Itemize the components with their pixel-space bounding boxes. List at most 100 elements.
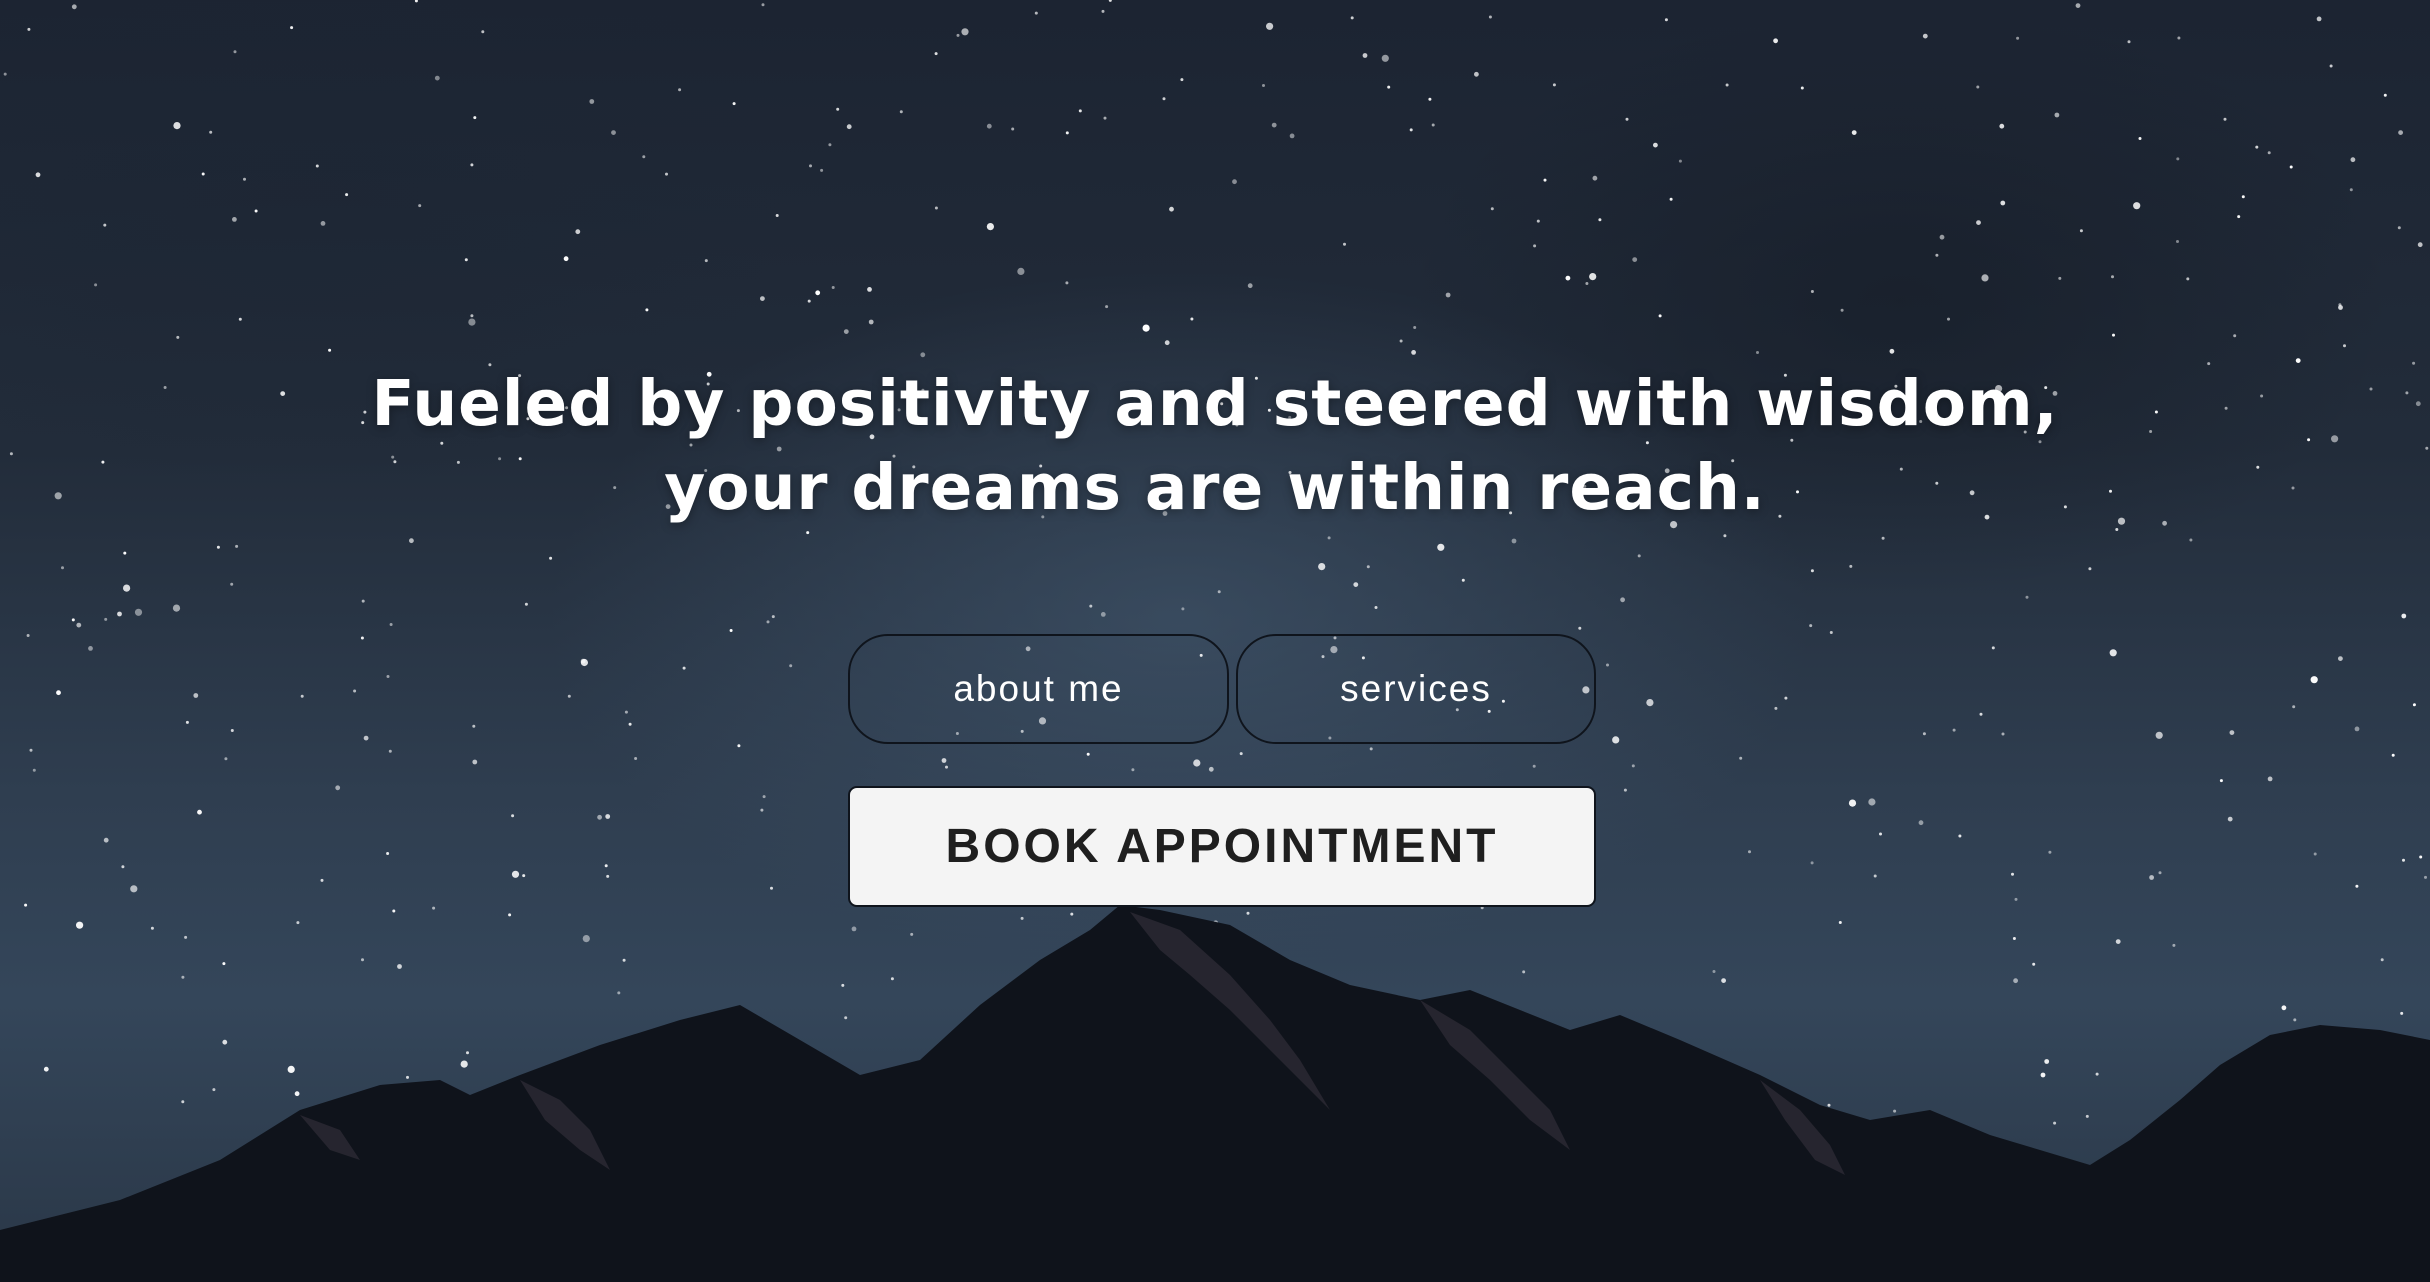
star-icon — [2417, 242, 2423, 248]
star-icon — [464, 258, 468, 262]
star-icon — [2095, 1072, 2099, 1076]
star-icon — [1369, 747, 1373, 751]
star-icon — [761, 3, 765, 7]
star-icon — [2227, 816, 2233, 822]
star-icon — [1623, 788, 1627, 792]
about-me-button[interactable]: about me — [848, 634, 1229, 744]
star-icon — [1625, 117, 1629, 121]
star-icon — [1445, 292, 1451, 298]
star-icon — [766, 620, 770, 624]
star-icon — [2115, 939, 2121, 944]
star-icon — [843, 329, 849, 334]
star-icon — [2338, 656, 2343, 661]
star-icon — [121, 865, 125, 869]
star-icon — [1413, 326, 1417, 329]
star-icon — [134, 608, 143, 616]
star-icon — [173, 122, 181, 130]
star-icon — [2349, 188, 2353, 192]
star-icon — [2289, 165, 2293, 169]
services-button[interactable]: services — [1236, 634, 1596, 744]
star-icon — [29, 748, 33, 752]
star-icon — [1409, 128, 1413, 132]
star-icon — [2255, 145, 2259, 149]
star-icon — [2313, 852, 2317, 856]
star-icon — [682, 666, 686, 670]
star-icon — [9, 452, 13, 456]
star-icon — [890, 977, 894, 981]
star-icon — [789, 664, 793, 668]
star-icon — [224, 757, 228, 761]
star-icon — [831, 286, 835, 289]
star-icon — [2109, 649, 2117, 657]
star-icon — [466, 1051, 469, 1055]
star-icon — [729, 629, 733, 632]
star-icon — [2000, 200, 2006, 206]
star-icon — [645, 308, 649, 312]
star-icon — [1065, 281, 1069, 285]
star-icon — [1217, 590, 1221, 594]
star-icon — [1318, 563, 1326, 571]
star-icon — [2425, 446, 2429, 450]
star-icon — [1809, 624, 1813, 628]
star-icon — [117, 611, 122, 617]
star-icon — [920, 352, 926, 358]
star-icon — [1999, 123, 2005, 129]
star-icon — [1105, 305, 1109, 309]
star-icon — [360, 636, 364, 640]
star-icon — [1536, 219, 1540, 223]
star-icon — [2088, 567, 2092, 571]
star-icon — [2405, 391, 2409, 395]
star-icon — [508, 913, 512, 917]
star-icon — [1784, 696, 1788, 700]
star-icon — [1592, 175, 1598, 181]
star-icon — [1262, 84, 1265, 87]
star-icon — [24, 903, 28, 907]
star-icon — [1108, 0, 1112, 2]
star-icon — [956, 33, 960, 37]
headline-line-1: Fueled by positivity and steered with wi… — [371, 367, 2059, 440]
star-icon — [1838, 921, 1842, 924]
star-icon — [181, 1100, 185, 1104]
star-icon — [43, 1066, 49, 1072]
star-icon — [201, 172, 205, 176]
star-icon — [634, 757, 638, 760]
star-icon — [328, 348, 332, 352]
star-icon — [434, 75, 440, 81]
star-icon — [363, 735, 369, 741]
star-icon — [1653, 142, 1658, 148]
star-icon — [1631, 764, 1635, 768]
star-icon — [1958, 834, 1962, 838]
star-icon — [335, 785, 341, 791]
star-icon — [704, 259, 708, 263]
star-icon — [828, 143, 832, 147]
star-icon — [460, 1060, 468, 1068]
star-icon — [2016, 36, 2020, 40]
star-icon — [300, 694, 304, 698]
star-icon — [1374, 606, 1378, 609]
star-icon — [628, 722, 632, 726]
star-icon — [1086, 752, 1090, 756]
star-icon — [473, 116, 477, 120]
star-icon — [2176, 240, 2179, 243]
star-icon — [2186, 277, 2190, 281]
star-icon — [2058, 276, 2062, 280]
star-icon — [1922, 33, 1928, 39]
star-icon — [2307, 438, 2311, 442]
star-icon — [1162, 97, 1166, 101]
star-icon — [2267, 776, 2273, 782]
star-icon — [2001, 732, 2005, 736]
star-icon — [2260, 394, 2264, 398]
star-icon — [2219, 779, 2223, 783]
star-icon — [1011, 127, 1015, 131]
star-icon — [1669, 197, 1673, 201]
star-icon — [899, 110, 903, 114]
star-icon — [432, 906, 436, 910]
star-icon — [934, 206, 938, 210]
star-icon — [130, 885, 138, 893]
star-icon — [2380, 958, 2384, 962]
star-icon — [2040, 1072, 2046, 1078]
book-appointment-button[interactable]: BOOK APPOINTMENT — [848, 786, 1596, 907]
star-icon — [589, 99, 595, 104]
star-icon — [2233, 334, 2237, 338]
star-icon — [617, 991, 621, 995]
